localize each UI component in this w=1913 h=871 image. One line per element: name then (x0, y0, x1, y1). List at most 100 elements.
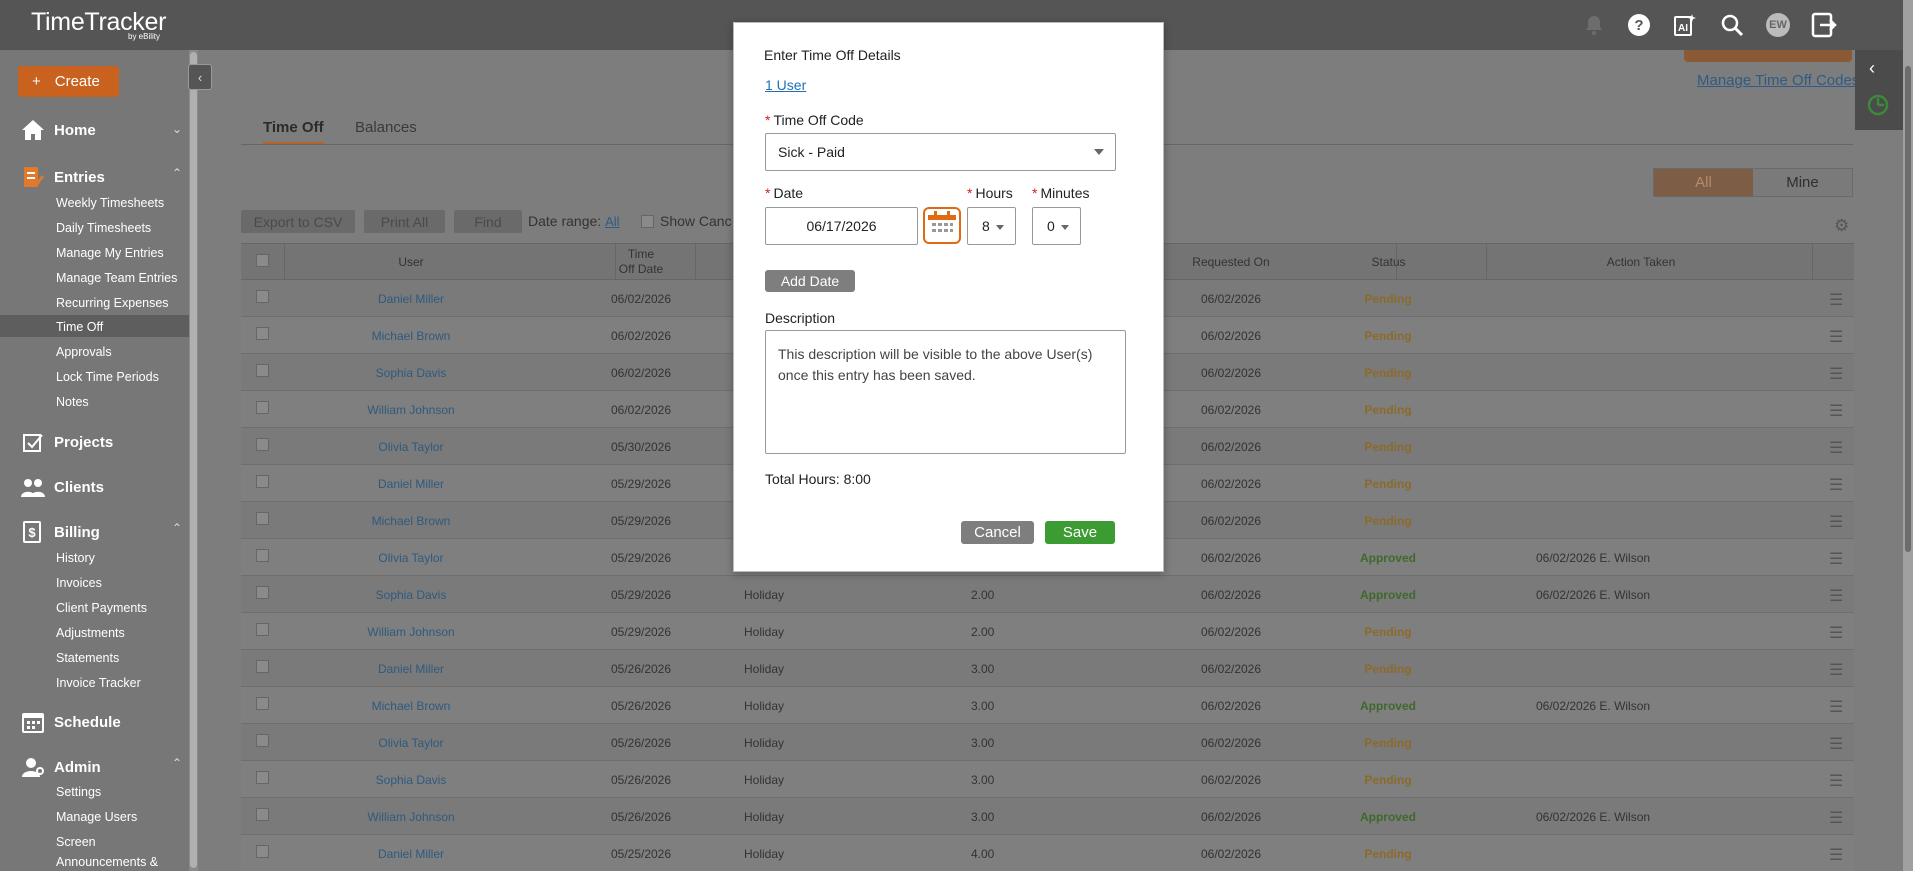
row-checkbox[interactable] (256, 808, 269, 821)
row-menu-icon[interactable]: ☰ (1829, 327, 1843, 347)
sidebar-item-manage-users[interactable]: Manage Users (56, 810, 137, 824)
row-user-link[interactable]: Daniel Miller (341, 662, 481, 676)
row-checkbox[interactable] (256, 845, 269, 858)
sidebar-item-statements[interactable]: Statements (56, 651, 119, 665)
row-checkbox[interactable] (256, 364, 269, 377)
row-user-link[interactable]: William Johnson (341, 403, 481, 417)
header-action-taken[interactable]: Action Taken (1581, 255, 1701, 269)
row-user-link[interactable]: William Johnson (341, 810, 481, 824)
row-user-link[interactable]: Sophia Davis (341, 366, 481, 380)
header-status[interactable]: Status (1351, 255, 1426, 269)
row-checkbox[interactable] (256, 586, 269, 599)
row-checkbox[interactable] (256, 290, 269, 303)
gear-icon[interactable]: ⚙ (1834, 216, 1849, 236)
row-user-link[interactable]: Daniel Miller (341, 292, 481, 306)
row-menu-icon[interactable]: ☰ (1829, 623, 1843, 643)
save-button[interactable]: Save (1045, 521, 1115, 544)
table-row[interactable]: Daniel Miller 05/26/2026 Holiday 3.00 06/02/… (241, 650, 1854, 687)
row-checkbox[interactable] (256, 549, 269, 562)
row-menu-icon[interactable]: ☰ (1829, 734, 1843, 754)
tab-balances[interactable]: Balances (355, 119, 417, 136)
select-all-checkbox[interactable] (256, 254, 269, 267)
row-menu-icon[interactable]: ☰ (1829, 771, 1843, 791)
show-canceled-checkbox[interactable] (641, 214, 654, 228)
row-user-link[interactable]: Sophia Davis (341, 773, 481, 787)
header-requested-on[interactable]: Requested On (1161, 255, 1301, 269)
description-textarea[interactable]: This description will be visible to the … (765, 330, 1126, 454)
collapse-sidebar-button[interactable]: ‹ (188, 64, 212, 90)
chevron-up-icon[interactable]: ⌃ (172, 756, 182, 770)
row-checkbox[interactable] (256, 512, 269, 525)
table-row[interactable]: Michael Brown 05/26/2026 Holiday 3.00 06/02/… (241, 687, 1854, 724)
create-button[interactable]: + Create (18, 66, 119, 97)
sidebar-item-recurring-expenses[interactable]: Recurring Expenses (56, 296, 169, 310)
manage-time-off-codes-link[interactable]: Manage Time Off Codes (1697, 72, 1859, 89)
row-checkbox[interactable] (256, 623, 269, 636)
sidebar-item-history[interactable]: History (56, 551, 95, 565)
date-range-link[interactable]: All (605, 214, 619, 229)
logout-icon[interactable] (1810, 11, 1838, 39)
sidebar-item-time-off[interactable]: Time Off (56, 320, 103, 334)
row-user-link[interactable]: Sophia Davis (341, 588, 481, 602)
timer-icon[interactable] (1867, 94, 1889, 122)
sidebar-scrollbar-thumb[interactable] (190, 52, 197, 868)
row-checkbox[interactable] (256, 475, 269, 488)
bell-icon[interactable] (1580, 11, 1608, 39)
show-canceled-toggle[interactable]: Show Canc (641, 213, 732, 229)
chevron-left-icon[interactable]: ‹ (1869, 58, 1875, 79)
sidebar-item-manage-team-entries[interactable]: Manage Team Entries (56, 271, 177, 285)
row-menu-icon[interactable]: ☰ (1829, 512, 1843, 532)
row-user-link[interactable]: William Johnson (341, 625, 481, 639)
row-menu-icon[interactable]: ☰ (1829, 808, 1843, 828)
sidebar-item-notes[interactable]: Notes (56, 395, 89, 409)
sidebar-item-invoices[interactable]: Invoices (56, 576, 102, 590)
row-menu-icon[interactable]: ☰ (1829, 660, 1843, 680)
table-row[interactable]: William Johnson 05/26/2026 Holiday 3.00 06/0… (241, 798, 1854, 835)
row-menu-icon[interactable]: ☰ (1829, 697, 1843, 717)
sidebar-item-lock-time-periods[interactable]: Lock Time Periods (56, 370, 159, 384)
user-avatar[interactable]: EW (1764, 11, 1792, 39)
request-time-off-button[interactable] (1684, 50, 1852, 62)
row-user-link[interactable]: Olivia Taylor (341, 551, 481, 565)
row-user-link[interactable]: Michael Brown (341, 699, 481, 713)
header-off-date[interactable]: Off Date (591, 262, 691, 276)
row-menu-icon[interactable]: ☰ (1829, 845, 1843, 865)
table-row[interactable]: Olivia Taylor 05/26/2026 Holiday 3.00 06/02/… (241, 724, 1854, 761)
row-menu-icon[interactable]: ☰ (1829, 438, 1843, 458)
sidebar-item-announcements[interactable]: Announcements & (56, 855, 158, 869)
sidebar-section-home[interactable]: Home (20, 118, 96, 142)
row-menu-icon[interactable]: ☰ (1829, 290, 1843, 310)
row-menu-icon[interactable]: ☰ (1829, 401, 1843, 421)
row-user-link[interactable]: Michael Brown (341, 329, 481, 343)
calendar-icon[interactable] (923, 207, 961, 244)
row-menu-icon[interactable]: ☰ (1829, 475, 1843, 495)
sidebar-item-settings[interactable]: Settings (56, 785, 101, 799)
chevron-up-icon[interactable]: ⌃ (172, 521, 182, 535)
sidebar-section-projects[interactable]: Projects (20, 430, 113, 454)
sidebar-item-daily-timesheets[interactable]: Daily Timesheets (56, 221, 151, 235)
row-checkbox[interactable] (256, 401, 269, 414)
print-all-button[interactable]: Print All (364, 210, 445, 233)
row-checkbox[interactable] (256, 660, 269, 673)
row-checkbox[interactable] (256, 438, 269, 451)
table-row[interactable]: Sophia Davis 05/26/2026 Holiday 3.00 06/02/2… (241, 761, 1854, 798)
export-csv-button[interactable]: Export to CSV (241, 210, 355, 233)
sidebar-section-clients[interactable]: Clients (20, 475, 104, 499)
chevron-up-icon[interactable]: ⌃ (172, 166, 182, 180)
filter-mine-button[interactable]: Mine (1753, 169, 1852, 196)
sidebar-section-entries[interactable]: Entries (20, 165, 105, 189)
row-checkbox[interactable] (256, 734, 269, 747)
sidebar-item-invoice-tracker[interactable]: Invoice Tracker (56, 676, 141, 690)
row-user-link[interactable]: Daniel Miller (341, 477, 481, 491)
find-button[interactable]: Find (454, 210, 522, 233)
row-menu-icon[interactable]: ☰ (1829, 586, 1843, 606)
tab-time-off[interactable]: Time Off (263, 119, 324, 145)
table-row[interactable]: Sophia Davis 05/29/2026 Holiday 2.00 06/02/2… (241, 576, 1854, 613)
row-user-link[interactable]: Michael Brown (341, 514, 481, 528)
row-menu-icon[interactable]: ☰ (1829, 364, 1843, 384)
row-user-link[interactable]: Olivia Taylor (341, 440, 481, 454)
table-row[interactable]: William Johnson 05/29/2026 Holiday 2.00 06/0… (241, 613, 1854, 650)
filter-all-button[interactable]: All (1654, 169, 1753, 196)
sidebar-item-approvals[interactable]: Approvals (56, 345, 112, 359)
window-scrollbar[interactable] (1903, 0, 1913, 871)
